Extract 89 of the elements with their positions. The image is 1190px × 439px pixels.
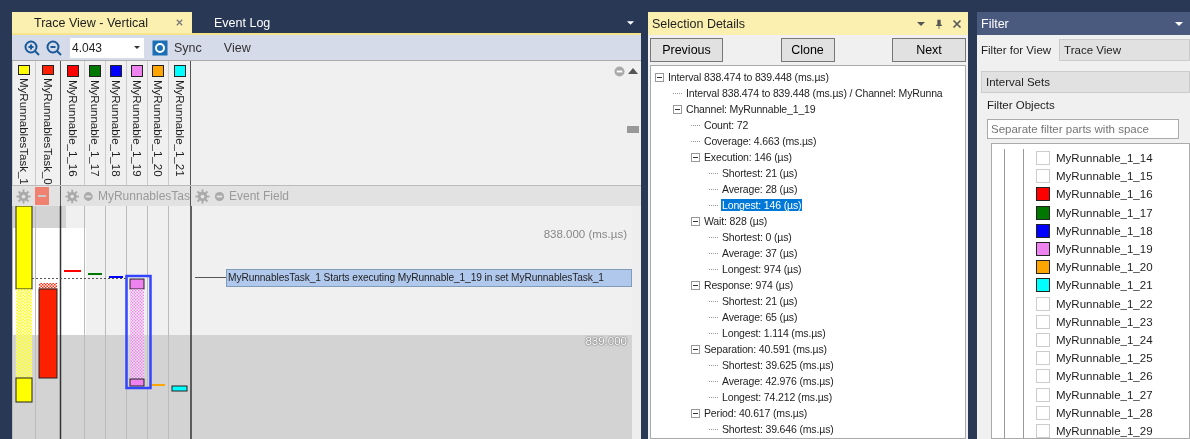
checkbox[interactable] (1036, 242, 1050, 257)
checkbox[interactable] (1036, 187, 1050, 202)
close-icon[interactable] (175, 18, 184, 27)
object-label[interactable]: MyRunnable_1_15 (1056, 170, 1153, 183)
collapse-icon[interactable] (673, 104, 682, 114)
object-label[interactable]: MyRunnable_1_18 (1056, 224, 1153, 237)
tree-item[interactable]: Longest: 974 (µs) (721, 263, 803, 275)
tree-item[interactable]: Wait: 828 (µs) (703, 215, 769, 227)
channel-label: MyRunnable_1_17 (89, 80, 101, 177)
object-label[interactable]: MyRunnable_1_29 (1056, 424, 1153, 437)
group-label: Filter Objects (986, 99, 1056, 111)
action-button[interactable]: Clone (780, 38, 835, 62)
object-label[interactable]: MyRunnable_1_23 (1056, 315, 1153, 328)
search-field[interactable]: Separate filter parts with space (987, 119, 1179, 139)
tree-item[interactable]: Longest: 1.114 (ms.µs) (721, 327, 827, 339)
close-icon[interactable] (952, 18, 962, 29)
scroll-up-icon[interactable] (628, 68, 638, 74)
scrollbar-thumb[interactable] (627, 126, 639, 133)
channel-label: MyRunnable_1_18 (110, 80, 122, 177)
collapse-icon[interactable] (691, 216, 700, 226)
zoom-out-icon[interactable] (46, 39, 62, 56)
tree-item[interactable]: Period: 40.617 (ms.µs) (703, 407, 809, 419)
object-label[interactable]: MyRunnable_1_28 (1056, 406, 1153, 419)
view-combo[interactable]: Trace View (1059, 39, 1190, 61)
tree-item[interactable]: Count: 72 (703, 119, 750, 131)
channel-label: MyRunnable_1_21 (173, 80, 186, 177)
tree-item[interactable]: Interval 838.474 to 839.448 (ms.µs) (667, 71, 830, 83)
object-label[interactable]: MyRunnable_1_26 (1056, 370, 1153, 383)
tree-item[interactable]: Average: 42.976 (ms.µs) (721, 375, 835, 387)
group-label: Event Field (229, 189, 290, 203)
object-label[interactable]: MyRunnable_1_20 (1056, 261, 1153, 274)
sync-icon[interactable] (152, 39, 168, 56)
tree-item[interactable]: Interval 838.474 to 839.448 (ms.µs) / Channel: MyRunna (685, 87, 944, 99)
object-label[interactable]: MyRunnable_1_14 (1056, 152, 1153, 165)
tree-item[interactable]: Shortest: 39.625 (ms.µs) (721, 359, 835, 371)
pin-icon[interactable] (934, 18, 944, 29)
channel-label: MyRunnable_1_20 (152, 80, 164, 177)
tree-item[interactable]: Average: 37 (µs) (721, 247, 799, 259)
object-label[interactable]: MyRunnable_1_22 (1056, 297, 1153, 310)
set-combo[interactable]: Interval Sets (981, 71, 1190, 93)
collapse-icon[interactable] (691, 280, 700, 290)
action-button[interactable]: Next (892, 38, 966, 62)
object-label[interactable]: MyRunnable_1_25 (1056, 352, 1153, 365)
view-menu[interactable]: View (223, 40, 251, 55)
object-label[interactable]: MyRunnable_1_24 (1056, 333, 1153, 346)
object-label[interactable]: MyRunnable_1_17 (1056, 206, 1153, 219)
tab[interactable]: Event Log (192, 12, 279, 33)
collapse-icon[interactable] (655, 72, 664, 82)
tree-item[interactable]: Shortest: 21 (µs) (721, 295, 799, 307)
sync-button[interactable]: Sync (174, 40, 202, 55)
tree-item[interactable]: Shortest: 0 (µs) (721, 231, 793, 243)
caret-icon[interactable] (133, 45, 141, 50)
panel-title: Filter (981, 16, 1009, 31)
action-button[interactable]: Previous (650, 38, 723, 62)
tree-item[interactable]: Coverage: 4.663 (ms.µs) (703, 135, 818, 147)
channel-label: MyRunnablesTask_1 (18, 78, 30, 185)
group-label: MyRunnablesTas (97, 189, 190, 203)
checkbox[interactable] (1036, 278, 1050, 293)
panel-title: Selection Details (652, 16, 746, 31)
dropdown-icon[interactable] (626, 19, 635, 26)
tree-item[interactable]: Longest: 74.212 (ms.µs) (721, 391, 833, 403)
collapse-icon[interactable] (691, 152, 700, 162)
channel-label: MyRunnablesTask_0 (42, 78, 54, 185)
tree-item[interactable]: Separation: 40.591 (ms.µs) (703, 343, 828, 355)
field-label: Filter for View (981, 44, 1052, 56)
channel-label: MyRunnable_1_19 (131, 80, 143, 177)
checkbox[interactable] (1036, 205, 1050, 220)
tree-item[interactable]: Shortest: 39.646 (ms.µs) (721, 423, 835, 435)
tree-item[interactable]: Longest: 146 (µs) (721, 199, 803, 211)
time-label: 838.000 (ms.µs) (543, 228, 627, 240)
tree-item[interactable]: Shortest: 21 (µs) (721, 167, 799, 179)
tree-item[interactable]: Execution: 146 (µs) (703, 151, 793, 163)
collapse-icon[interactable] (691, 408, 700, 418)
collapse-icon[interactable] (691, 344, 700, 354)
event-tooltip: MyRunnablesTask_1 Starts executing MyRunnable_1_19 in set MyRunnablesTask_1 (226, 269, 632, 287)
tree-item[interactable]: Channel: MyRunnable_1_19 (685, 103, 817, 115)
checkbox[interactable] (1036, 260, 1050, 275)
tree-item[interactable]: Average: 65 (µs) (721, 311, 799, 323)
tree-item[interactable]: Response: 974 (µs) (703, 279, 795, 291)
channel-label: MyRunnable_1_16 (66, 80, 79, 177)
object-label[interactable]: MyRunnable_1_19 (1056, 243, 1153, 256)
zoom-combo[interactable]: 4.043 (70, 37, 144, 58)
object-label[interactable]: MyRunnable_1_27 (1056, 388, 1153, 401)
zoom-in-icon[interactable] (24, 39, 40, 56)
object-label[interactable]: MyRunnable_1_21 (1056, 279, 1153, 292)
tree-item[interactable]: Average: 28 (µs) (721, 183, 799, 195)
object-label[interactable]: MyRunnable_1_16 (1056, 188, 1153, 201)
tab[interactable]: Trace View - Vertical (12, 12, 192, 33)
checkbox[interactable] (1036, 223, 1050, 238)
